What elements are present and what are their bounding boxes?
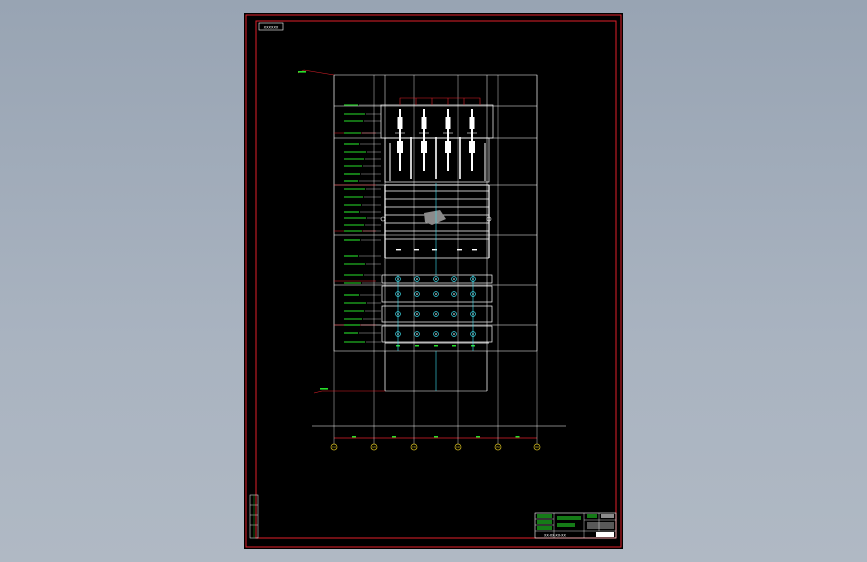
outer-border xyxy=(245,14,622,548)
drawing-sheet: XXXXXX (1) (2) (3) (4) (5) (6) XX-XX-XX-… xyxy=(244,13,623,549)
annotation-labels xyxy=(298,71,381,390)
axis-bubble: (4) xyxy=(454,441,462,451)
bolt xyxy=(451,291,457,297)
grid-frame xyxy=(333,74,538,392)
equipment-column xyxy=(419,109,429,171)
axis-bubble: (6) xyxy=(533,441,541,451)
title-tag-text: XXXXXX xyxy=(264,26,279,30)
equipment-column xyxy=(467,109,477,171)
axis-bubble: (3) xyxy=(410,441,418,451)
revision-strip xyxy=(249,494,259,539)
bolt xyxy=(414,291,420,297)
axis-bubble: (2) xyxy=(370,441,378,451)
title-tag: XXXXXX xyxy=(258,22,284,31)
bolt xyxy=(433,331,439,337)
bolt-label xyxy=(434,345,438,347)
equipment-column xyxy=(443,109,453,171)
title-block-caption: XX-XX-XX-XX xyxy=(544,534,567,538)
axis-bubble-label: (3) xyxy=(412,445,416,449)
title-block: XX-XX-XX-XX xyxy=(534,512,617,539)
axis-bubble-label: (2) xyxy=(372,445,376,449)
bolt xyxy=(414,331,420,337)
drawing-canvas[interactable]: XXXXXX (1) (2) (3) (4) (5) (6) XX-XX-XX-… xyxy=(244,13,623,549)
bolt xyxy=(433,276,439,282)
bolt xyxy=(414,311,420,317)
bolt xyxy=(451,331,457,337)
top-red-frame xyxy=(399,97,481,105)
bolt xyxy=(451,311,457,317)
bolt xyxy=(433,291,439,297)
cad-viewport[interactable]: XXXXXX (1) (2) (3) (4) (5) (6) XX-XX-XX-… xyxy=(0,0,867,562)
axis-bubble-label: (6) xyxy=(535,445,539,449)
axis-bubble-label: (1) xyxy=(332,445,336,449)
mid-marks xyxy=(396,249,477,251)
bolt xyxy=(433,311,439,317)
axis-bubble: (5) xyxy=(494,441,502,451)
equipment-column xyxy=(395,109,405,171)
axis-bubble: (1) xyxy=(330,441,338,451)
level-leaders xyxy=(297,69,385,394)
bolt xyxy=(414,276,420,282)
axis-bubble-label: (5) xyxy=(496,445,500,449)
bolt-label xyxy=(415,345,419,347)
bolt xyxy=(451,276,457,282)
bolt-grid xyxy=(395,276,476,347)
bolt-label xyxy=(452,345,456,347)
top-equipment xyxy=(389,109,486,181)
axis-bubble-label: (4) xyxy=(456,445,460,449)
